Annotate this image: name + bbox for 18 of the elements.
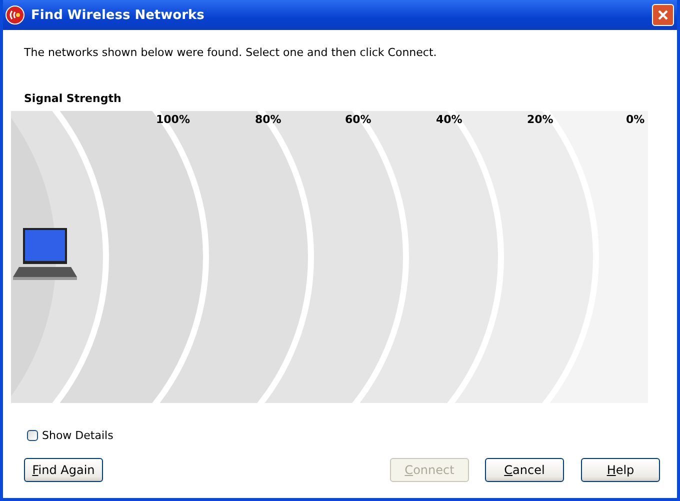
- signal-strength-heading: Signal Strength: [24, 92, 122, 105]
- laptop-icon: [13, 227, 77, 281]
- dialog-button[interactable]: Cancel: [485, 458, 564, 482]
- dialog-button[interactable]: Help: [581, 458, 660, 482]
- signal-scale-label: 60%: [345, 113, 372, 126]
- signal-scale-label: 80%: [255, 113, 282, 126]
- signal-scale-label: 100%: [156, 113, 190, 126]
- window-title: Find Wireless Networks: [31, 8, 206, 22]
- signal-scale-label: 20%: [527, 113, 554, 126]
- signal-scale-label: 0%: [626, 113, 645, 126]
- dialog-button[interactable]: Find Again: [24, 458, 103, 482]
- close-icon: [657, 9, 669, 21]
- instruction-text: The networks shown below were found. Select one and then click Connect.: [24, 46, 438, 60]
- signal-scale-label: 40%: [436, 113, 462, 126]
- close-button[interactable]: [652, 4, 674, 26]
- wireless-icon: [5, 5, 25, 25]
- show-details-checkbox[interactable]: [27, 430, 38, 440]
- show-details-label: Show Details: [42, 428, 114, 442]
